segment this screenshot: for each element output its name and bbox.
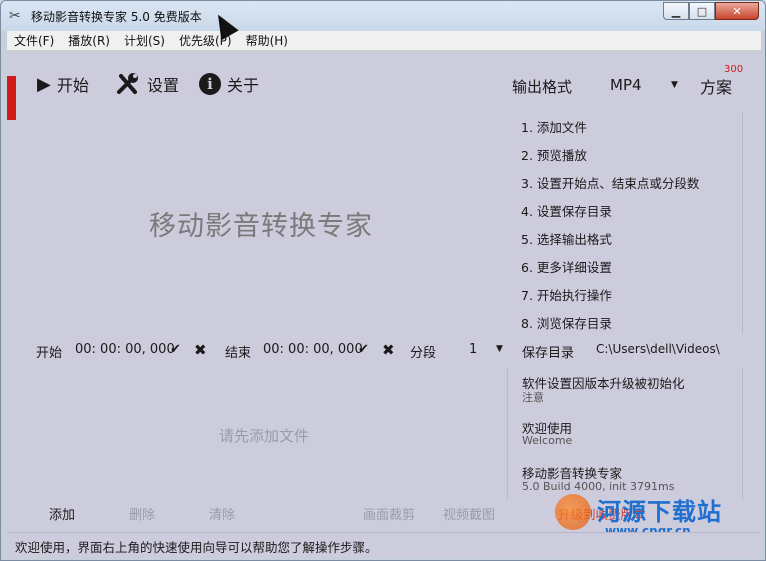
tools-icon	[115, 72, 141, 96]
segment-label: 分段	[410, 346, 437, 361]
close-icon[interactable]: ✖	[194, 341, 207, 359]
check-icon[interactable]: ✔	[358, 342, 369, 357]
chevron-down-icon[interactable]: ▼	[496, 344, 503, 354]
app-window: ✂ 移动影音转换专家 5.0 免费版本 ▁ □ ✕ 文件(F) 播放(R) 计划…	[0, 0, 766, 561]
about-label: 关于	[227, 76, 260, 95]
start-button[interactable]: ▶ 开始	[37, 72, 89, 96]
guide-step[interactable]: 1. 添加文件	[521, 117, 587, 136]
chevron-down-icon[interactable]: ▼	[671, 80, 678, 90]
menu-file[interactable]: 文件(F)	[7, 32, 61, 49]
file-list[interactable]: 请先添加文件	[7, 362, 507, 492]
guide-step[interactable]: 8. 浏览保存目录	[521, 313, 612, 332]
menu-help[interactable]: 帮助(H)	[239, 32, 295, 49]
minimize-button[interactable]: ▁	[663, 2, 689, 20]
start-label: 开始	[56, 76, 89, 95]
save-dir-path[interactable]: C:\Users\dell\Videos\	[596, 342, 720, 356]
add-button[interactable]: 添加	[49, 504, 75, 523]
empty-placeholder: 请先添加文件	[219, 427, 310, 445]
info-subtitle: 注意	[522, 391, 544, 404]
guide-step[interactable]: 7. 开始执行操作	[521, 285, 612, 304]
guide-step[interactable]: 3. 设置开始点、结束点或分段数	[521, 173, 699, 192]
delete-button[interactable]: 删除	[129, 504, 155, 523]
maximize-button[interactable]: □	[689, 2, 715, 20]
play-icon: ▶	[37, 73, 51, 95]
check-icon[interactable]: ✔	[170, 342, 181, 357]
site-logo-icon	[555, 494, 591, 530]
settings-button[interactable]: 设置	[115, 72, 179, 96]
clear-button[interactable]: 清除	[209, 504, 235, 523]
quick-guide: 1. 添加文件 2. 预览播放 3. 设置开始点、结束点或分段数 4. 设置保存…	[507, 112, 743, 334]
save-dir-label: 保存目录	[522, 346, 575, 361]
settings-label: 设置	[147, 76, 180, 95]
close-icon[interactable]: ✖	[382, 341, 395, 359]
output-format-label: 输出格式	[512, 78, 573, 96]
end-time-field[interactable]: 00: 00: 00, 000	[263, 342, 363, 357]
trim-bar: 开始 00: 00: 00, 000 ✔ ✖ 结束 00: 00: 00, 00…	[7, 338, 761, 362]
guide-step[interactable]: 2. 预览播放	[521, 145, 587, 164]
scissors-icon: ✂	[9, 8, 21, 24]
info-icon: i	[199, 73, 221, 95]
window-title: 移动影音转换专家 5.0 免费版本	[31, 10, 202, 24]
screenshot-button[interactable]: 视频截图	[443, 504, 495, 523]
guide-step[interactable]: 5. 选择输出格式	[521, 229, 612, 248]
info-panel: 软件设置因版本升级被初始化 注意 欢迎使用 Welcome 移动影音转换专家 5…	[507, 368, 743, 500]
side-marker	[7, 76, 16, 120]
output-format-select[interactable]: MP4	[610, 76, 642, 94]
segment-select[interactable]: 1	[469, 342, 477, 357]
info-subtitle: Welcome	[522, 434, 573, 447]
watermark-title: 河源下载站	[597, 498, 722, 526]
status-bar: 欢迎使用，界面右上角的快速使用向导可以帮助您了解操作步骤。	[7, 532, 761, 557]
end-time-label: 结束	[225, 346, 252, 361]
start-time-field[interactable]: 00: 00: 00, 000	[75, 342, 175, 357]
title-bar[interactable]: ✂ 移动影音转换专家 5.0 免费版本 ▁ □ ✕	[1, 1, 765, 31]
close-button[interactable]: ✕	[715, 2, 759, 20]
brand-title: 移动影音转换专家	[149, 211, 373, 242]
scheme-count-badge: 300	[724, 64, 744, 75]
scheme-button[interactable]: 方案	[700, 74, 732, 98]
about-button[interactable]: i 关于	[199, 72, 259, 96]
crop-button[interactable]: 画面裁剪	[363, 504, 415, 523]
info-title: 软件设置因版本升级被初始化	[522, 376, 685, 391]
menu-play[interactable]: 播放(R)	[61, 32, 117, 49]
menu-bar: 文件(F) 播放(R) 计划(S) 优先级(P) 帮助(H)	[7, 31, 761, 51]
guide-step[interactable]: 4. 设置保存目录	[521, 201, 612, 220]
guide-step[interactable]: 6. 更多详细设置	[521, 257, 612, 276]
client-area: ▶ 开始 设置 i 关于 输出格式 MP4 ▼ 方案 300 移动影音转换专家	[7, 52, 761, 557]
status-text: 欢迎使用，界面右上角的快速使用向导可以帮助您了解操作步骤。	[15, 540, 378, 555]
window-controls: ▁ □ ✕	[663, 2, 759, 20]
start-time-label: 开始	[36, 346, 63, 361]
menu-schedule[interactable]: 计划(S)	[117, 32, 172, 49]
